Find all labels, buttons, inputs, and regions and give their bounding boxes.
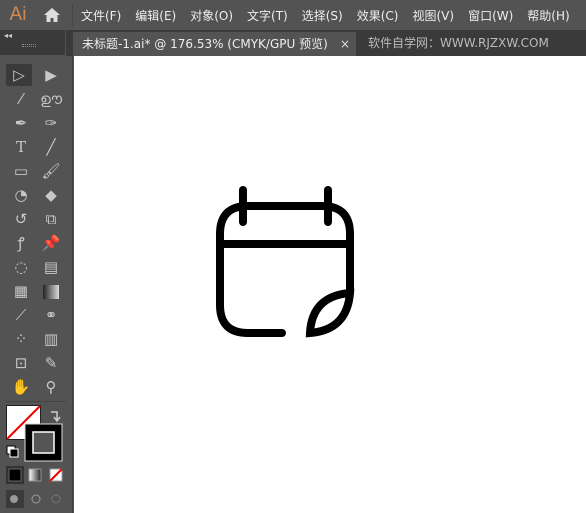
document-tab[interactable]: 未标题-1.ai* @ 176.53% (CMYK/GPU 预览) × bbox=[73, 32, 356, 56]
warp-icon[interactable]: ꝭ bbox=[8, 232, 34, 254]
toolbar-header[interactable]: ◂◂ bbox=[0, 30, 65, 55]
menu-select[interactable]: 选择(S) bbox=[302, 7, 343, 24]
blend-icon[interactable]: ⚭ bbox=[38, 304, 64, 326]
menu-window[interactable]: 窗口(W) bbox=[468, 7, 513, 24]
menu-object[interactable]: 对象(O) bbox=[190, 7, 233, 24]
artboard-icon[interactable]: ⊡ bbox=[8, 352, 34, 374]
menu-effect[interactable]: 效果(C) bbox=[357, 7, 399, 24]
default-colors-icon bbox=[9, 448, 19, 458]
menu-view[interactable]: 视图(V) bbox=[412, 7, 454, 24]
drag-handle[interactable] bbox=[22, 44, 36, 47]
symbol-sprayer-icon[interactable]: ⁘ bbox=[8, 328, 34, 350]
mesh-icon[interactable]: ▦ bbox=[8, 280, 34, 302]
free-transform-icon[interactable]: ◌ bbox=[8, 256, 34, 278]
artboard-canvas[interactable] bbox=[74, 56, 586, 513]
menu-type[interactable]: 文字(T) bbox=[247, 7, 288, 24]
tools-panel: ▷ ▶ ⁄ ഊ ✒ ✑ T ╱ ▭ 🖌 ◔ ◆ ↺ ⧉ ꝭ 📌 ◌ ▤ ▦ ⟋ … bbox=[0, 56, 73, 513]
divider bbox=[72, 4, 73, 26]
menu-edit[interactable]: 编辑(E) bbox=[135, 7, 176, 24]
close-tab-button[interactable]: × bbox=[340, 32, 350, 56]
draw-normal-icon bbox=[10, 495, 18, 503]
rotate-icon[interactable]: ↺ bbox=[8, 208, 34, 230]
shaper-icon[interactable]: ◔ bbox=[8, 184, 34, 206]
collapse-icon[interactable]: ◂◂ bbox=[4, 31, 12, 40]
divider bbox=[6, 401, 66, 402]
tab-title: 未标题-1.ai* @ 176.53% (CMYK/GPU 预览) bbox=[82, 37, 328, 51]
menu-help[interactable]: 帮助(H) bbox=[527, 7, 569, 24]
eyedropper-icon[interactable]: ⟋ bbox=[8, 304, 34, 326]
zoom-icon[interactable]: ⚲ bbox=[38, 376, 64, 398]
eraser-icon[interactable]: ◆ bbox=[38, 184, 64, 206]
scale-icon[interactable]: ⧉ bbox=[38, 208, 64, 230]
swap-icon bbox=[51, 411, 61, 423]
type-icon[interactable]: T bbox=[8, 136, 34, 158]
direct-selection-tool-icon[interactable]: ▶ bbox=[38, 64, 64, 86]
slice-icon[interactable]: ✎ bbox=[38, 352, 64, 374]
line-icon[interactable]: ╱ bbox=[38, 136, 64, 158]
document-tabs: 未标题-1.ai* @ 176.53% (CMYK/GPU 预览) × 软件自学… bbox=[66, 30, 586, 56]
menu-file[interactable]: 文件(F) bbox=[81, 7, 121, 24]
perspective-grid-icon[interactable]: ▤ bbox=[38, 256, 64, 278]
color-mode-icon bbox=[8, 468, 22, 482]
column-graph-icon[interactable]: ▥ bbox=[38, 328, 64, 350]
gradient-mode-icon bbox=[28, 468, 42, 482]
pen-icon[interactable]: ✒ bbox=[8, 112, 34, 134]
hand-icon[interactable]: ✋ bbox=[8, 376, 34, 398]
menu-bar: Ai 文件(F) 编辑(E) 对象(O) 文字(T) 选择(S) 效果(C) 视… bbox=[0, 0, 586, 30]
curvature-icon[interactable]: ✑ bbox=[38, 112, 64, 134]
selection-tool-icon[interactable]: ▷ bbox=[6, 64, 32, 86]
color-controls[interactable] bbox=[5, 404, 69, 512]
puppet-warp-icon[interactable]: 📌 bbox=[38, 232, 64, 254]
magic-wand-icon[interactable]: ⁄ bbox=[8, 88, 34, 110]
watermark-text: 软件自学网：WWW.RJZXW.COM bbox=[368, 36, 549, 50]
gradient-icon[interactable] bbox=[38, 280, 64, 302]
home-icon[interactable] bbox=[36, 0, 68, 30]
paintbrush-icon[interactable]: 🖌 bbox=[38, 160, 64, 182]
page-curl-leaf bbox=[305, 288, 355, 338]
lasso-icon[interactable]: ഊ bbox=[38, 88, 64, 110]
rectangle-icon[interactable]: ▭ bbox=[8, 160, 34, 182]
app-logo: Ai bbox=[9, 4, 27, 25]
calendar-artwork[interactable] bbox=[74, 56, 586, 513]
